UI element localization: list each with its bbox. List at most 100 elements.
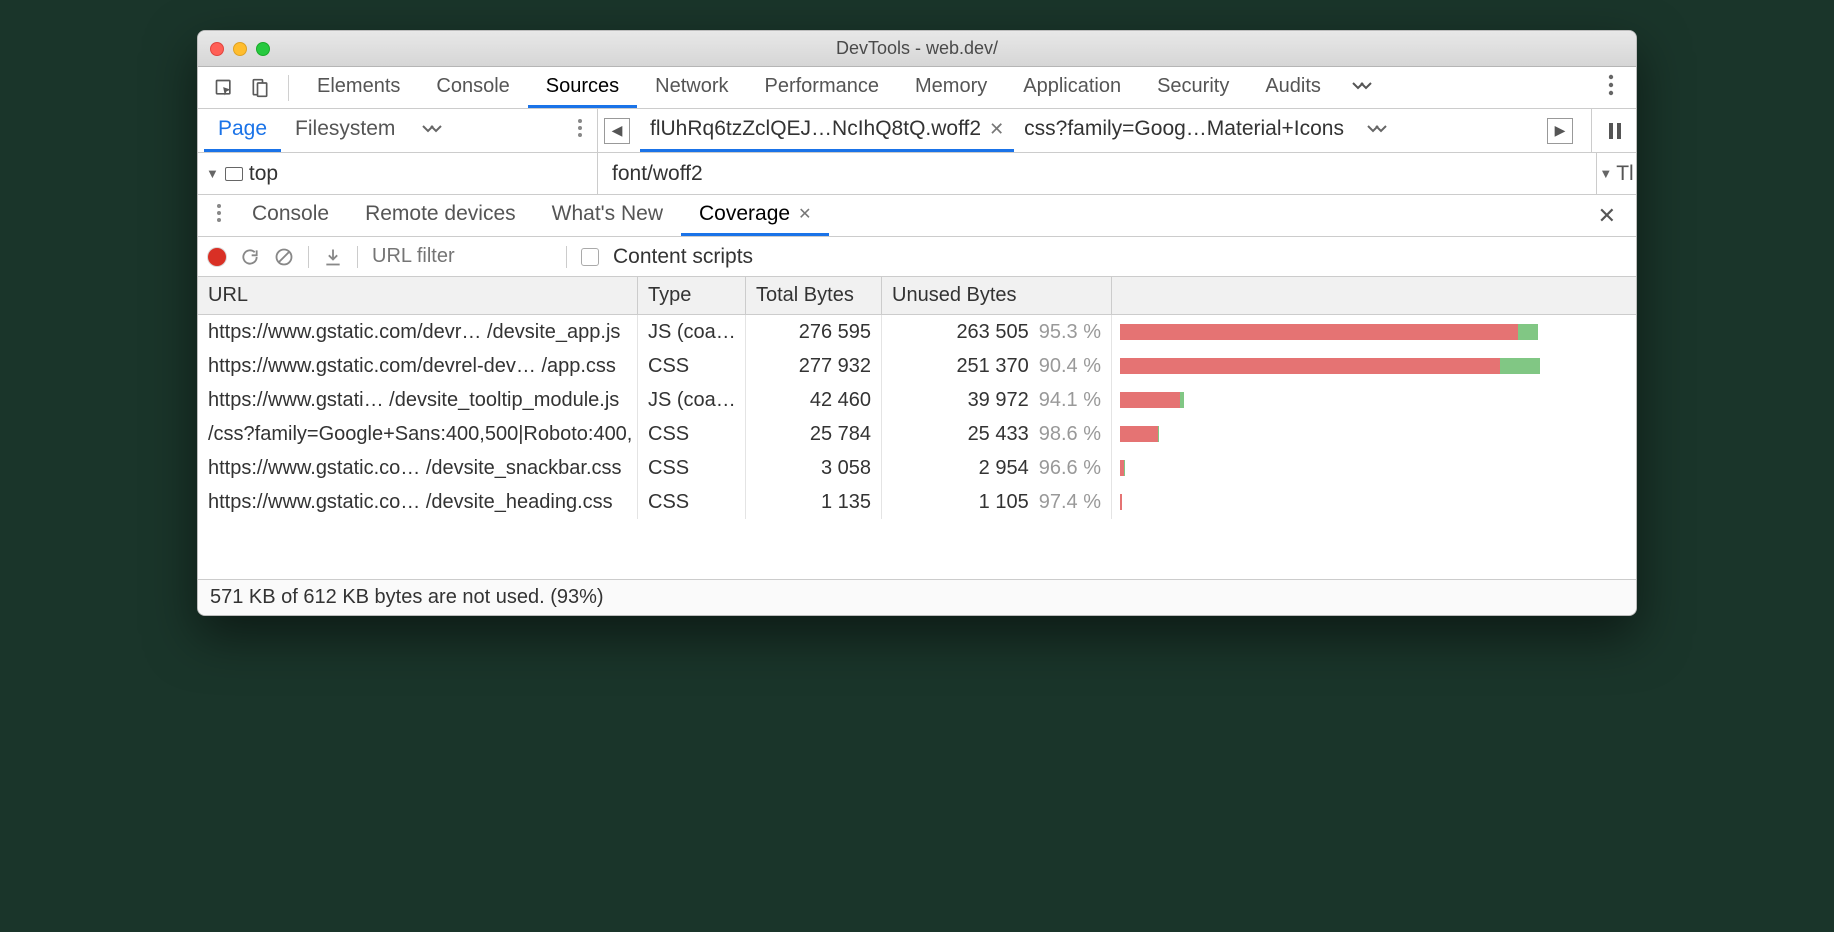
coverage-summary: 571 KB of 612 KB bytes are not used. (93… — [198, 579, 1636, 615]
cell-total-bytes: 42 460 — [746, 383, 882, 417]
th-visualization — [1112, 277, 1636, 314]
cell-total-bytes: 277 932 — [746, 349, 882, 383]
cell-usage-bar — [1112, 349, 1636, 383]
tree-expand-caret-icon[interactable]: ▼ — [206, 166, 219, 181]
drawer-tab-label: Console — [252, 202, 329, 226]
debugger-pane-toggle[interactable]: ▼ Tl — [1596, 153, 1636, 194]
table-row[interactable]: https://www.gstatic.com/devr… /devsite_a… — [198, 315, 1636, 349]
reload-icon[interactable] — [240, 247, 260, 267]
drawer-tab-what-s-new[interactable]: What's New — [534, 195, 681, 236]
cell-url: https://www.gstatic.co… /devsite_heading… — [198, 485, 638, 519]
main-tab-strip: ElementsConsoleSourcesNetworkPerformance… — [198, 67, 1636, 109]
editor-more-chevron-icon[interactable] — [1354, 119, 1400, 143]
more-tabs-chevron-icon[interactable] — [1339, 76, 1385, 100]
content-scripts-checkbox[interactable] — [581, 248, 599, 266]
table-row[interactable]: https://www.gstatic.com/devrel-dev… /app… — [198, 349, 1636, 383]
cell-url: /css?family=Google+Sans:400,500|Roboto:4… — [198, 417, 638, 451]
cell-type: CSS — [638, 349, 746, 383]
coverage-toolbar: Content scripts — [198, 237, 1636, 277]
drawer-tab-coverage[interactable]: Coverage ✕ — [681, 195, 829, 236]
cell-type: CSS — [638, 485, 746, 519]
main-tab-console[interactable]: Console — [418, 67, 527, 108]
content-mime-line: font/woff2 — [612, 162, 703, 186]
drawer-tab-console[interactable]: Console — [234, 195, 347, 236]
navigator-pane: PageFilesystem — [198, 109, 598, 152]
file-tab-close-icon[interactable]: ✕ — [989, 119, 1004, 140]
drawer-tab-label: Coverage — [699, 202, 790, 226]
cell-url: https://www.gstatic.co… /devsite_snackba… — [198, 451, 638, 485]
clear-icon[interactable] — [274, 247, 294, 267]
drawer-close-icon[interactable]: ✕ — [1584, 203, 1630, 229]
table-row[interactable]: https://www.gstatic.co… /devsite_snackba… — [198, 451, 1636, 485]
file-tree[interactable]: ▼ top — [198, 153, 598, 194]
navigator-content-row: ▼ top font/woff2 ▼ Tl — [198, 153, 1636, 195]
main-tab-elements[interactable]: Elements — [299, 67, 418, 108]
drawer-tab-strip: Console Remote devices What's New Coverage ✕… — [198, 195, 1636, 237]
record-button[interactable] — [208, 248, 226, 266]
cell-unused-bytes: 25 43398.6 % — [882, 417, 1112, 451]
cell-type: CSS — [638, 417, 746, 451]
drawer-tab-label: Remote devices — [365, 202, 516, 226]
main-tab-sources[interactable]: Sources — [528, 67, 637, 108]
cell-url: https://www.gstati… /devsite_tooltip_mod… — [198, 383, 638, 417]
cell-type: JS (coa… — [638, 383, 746, 417]
drawer-tab-close-icon[interactable]: ✕ — [798, 204, 811, 224]
export-icon[interactable] — [323, 247, 343, 267]
content-scripts-label: Content scripts — [613, 245, 753, 269]
editor-content: font/woff2 — [598, 153, 1596, 194]
navigator-tab-page[interactable]: Page — [204, 109, 281, 152]
th-type[interactable]: Type — [638, 277, 746, 314]
main-tab-application[interactable]: Application — [1005, 67, 1139, 108]
devtools-window: DevTools - web.dev/ ElementsConsoleSourc… — [197, 30, 1637, 616]
editor-tabs: ◀ flUhRq6tzZclQEJ…NcIhQ8tQ.woff2 ✕ css?fam… — [598, 109, 1636, 152]
cell-usage-bar — [1112, 451, 1636, 485]
file-tab-label: flUhRq6tzZclQEJ…NcIhQ8tQ.woff2 — [650, 117, 981, 141]
cell-usage-bar — [1112, 485, 1636, 519]
editor-nav-prev-icon[interactable]: ◀ — [604, 118, 630, 144]
main-tab-security[interactable]: Security — [1139, 67, 1247, 108]
settings-kebab-icon[interactable] — [1594, 74, 1628, 102]
cell-usage-bar — [1112, 315, 1636, 349]
coverage-table-body: https://www.gstatic.com/devr… /devsite_a… — [198, 315, 1636, 519]
file-tab-label: css?family=Goog…Material+Icons — [1024, 117, 1344, 141]
navigator-more-chevron-icon[interactable] — [409, 119, 455, 143]
cell-url: https://www.gstatic.com/devrel-dev… /app… — [198, 349, 638, 383]
debugger-hint: Tl — [1616, 162, 1634, 186]
frame-icon — [225, 167, 243, 181]
table-row[interactable]: https://www.gstati… /devsite_tooltip_mod… — [198, 383, 1636, 417]
main-tab-performance[interactable]: Performance — [747, 67, 898, 108]
cell-total-bytes: 3 058 — [746, 451, 882, 485]
file-tab[interactable]: flUhRq6tzZclQEJ…NcIhQ8tQ.woff2 ✕ — [640, 109, 1014, 152]
table-row[interactable]: https://www.gstatic.co… /devsite_heading… — [198, 485, 1636, 519]
cell-type: CSS — [638, 451, 746, 485]
file-tab[interactable]: css?family=Goog…Material+Icons — [1014, 109, 1354, 152]
th-total[interactable]: Total Bytes — [746, 277, 882, 314]
inspect-element-icon[interactable] — [206, 70, 242, 106]
cell-total-bytes: 276 595 — [746, 315, 882, 349]
coverage-summary-text: 571 KB of 612 KB bytes are not used. (93… — [210, 586, 604, 609]
drawer-kebab-icon[interactable] — [204, 203, 234, 229]
cell-unused-bytes: 2 95496.6 % — [882, 451, 1112, 485]
coverage-table-header: URL Type Total Bytes Unused Bytes — [198, 277, 1636, 315]
cell-url: https://www.gstatic.com/devr… /devsite_a… — [198, 315, 638, 349]
pause-script-icon[interactable] — [1600, 122, 1630, 140]
device-toolbar-icon[interactable] — [242, 70, 278, 106]
main-tab-memory[interactable]: Memory — [897, 67, 1005, 108]
navigator-tab-filesystem[interactable]: Filesystem — [281, 109, 409, 152]
main-tab-audits[interactable]: Audits — [1247, 67, 1339, 108]
navigator-kebab-icon[interactable] — [563, 118, 597, 144]
url-filter-input[interactable] — [372, 245, 552, 268]
sources-secondary-row: PageFilesystem ◀ flUhRq6tzZclQEJ…NcIhQ8t… — [198, 109, 1636, 153]
window-titlebar: DevTools - web.dev/ — [198, 31, 1636, 67]
drawer-tab-remote-devices[interactable]: Remote devices — [347, 195, 534, 236]
cell-total-bytes: 25 784 — [746, 417, 882, 451]
cell-unused-bytes: 263 50595.3 % — [882, 315, 1112, 349]
drawer-tab-label: What's New — [552, 202, 663, 226]
cell-usage-bar — [1112, 417, 1636, 451]
editor-nav-next-icon[interactable]: ▶ — [1547, 118, 1573, 144]
table-row[interactable]: /css?family=Google+Sans:400,500|Roboto:4… — [198, 417, 1636, 451]
th-url[interactable]: URL — [198, 277, 638, 314]
cell-total-bytes: 1 135 — [746, 485, 882, 519]
main-tab-network[interactable]: Network — [637, 67, 746, 108]
th-unused[interactable]: Unused Bytes — [882, 277, 1112, 314]
